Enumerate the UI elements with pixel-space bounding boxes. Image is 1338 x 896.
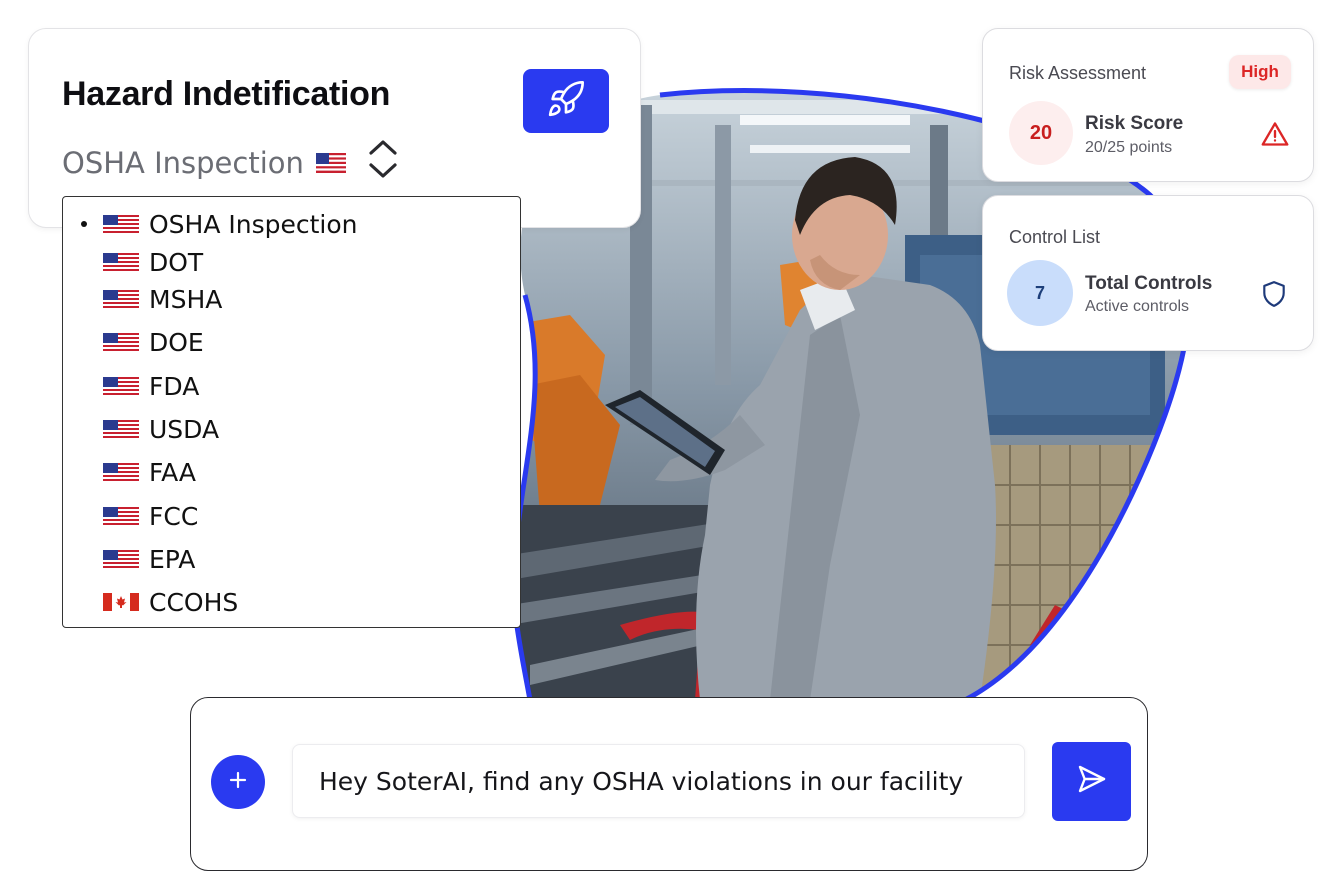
card-heading: Control List [1009, 227, 1101, 247]
page-title: Hazard Indetification [62, 75, 391, 113]
risk-level-badge: High [1229, 55, 1291, 89]
dropdown-option-ccohs[interactable]: CCOHS [63, 582, 520, 622]
dropdown-option-usda[interactable]: USDA [63, 409, 520, 449]
us-flag-icon [103, 333, 139, 351]
us-flag-icon [315, 146, 346, 180]
us-flag-icon [103, 420, 139, 438]
us-flag-icon [103, 215, 139, 233]
card-heading: Risk Assessment [1009, 63, 1147, 83]
send-button[interactable] [1052, 742, 1131, 821]
selected-regulation-label: OSHA Inspection [62, 145, 304, 180]
send-icon [1076, 763, 1108, 800]
dropdown-option-fcc[interactable]: FCC [63, 496, 520, 536]
dropdown-option-label: MSHA [149, 284, 223, 314]
us-flag-icon [103, 290, 139, 308]
dropdown-option-label: FDA [149, 371, 200, 401]
dropdown-option-dot[interactable]: DOT [63, 242, 520, 282]
total-controls-subtitle: Active controls [1085, 298, 1190, 315]
warning-triangle-icon [1261, 121, 1289, 152]
dropdown-option-label: OSHA Inspection [149, 209, 358, 239]
plus-icon [228, 770, 248, 795]
total-controls-title: Total Controls [1085, 273, 1213, 294]
dropdown-option-label: FCC [149, 501, 199, 531]
risk-score-title: Risk Score [1085, 113, 1184, 134]
control-list-card: Control List 7 Total Controls Active con… [982, 195, 1314, 351]
risk-assessment-card: Risk Assessment High 20 Risk Score 20/25… [982, 28, 1314, 182]
dropdown-option-label: DOT [149, 247, 204, 277]
controls-count: 7 [1007, 260, 1073, 326]
chat-input[interactable]: Hey SoterAI, find any OSHA violations in… [292, 744, 1025, 818]
dropdown-option-label: USDA [149, 414, 220, 444]
dropdown-option-label: CCOHS [149, 587, 239, 617]
dropdown-option-osha[interactable]: OSHA Inspection [63, 204, 520, 244]
regulation-dropdown: OSHA Inspection DOT MSHA DOE FDA USDA FA… [62, 196, 521, 628]
us-flag-icon [103, 550, 139, 568]
dropdown-option-label: EPA [149, 544, 196, 574]
dropdown-option-faa[interactable]: FAA [63, 452, 520, 492]
rocket-icon [546, 79, 586, 124]
us-flag-icon [103, 507, 139, 525]
risk-score-subtitle: 20/25 points [1085, 139, 1173, 156]
selected-bullet [81, 221, 87, 227]
add-attachment-button[interactable] [211, 755, 265, 809]
dropdown-option-doe[interactable]: DOE [63, 322, 520, 362]
regulation-selector[interactable]: OSHA Inspection [62, 137, 400, 188]
dropdown-option-label: FAA [149, 457, 196, 487]
canada-flag-icon [103, 593, 139, 611]
us-flag-icon [103, 253, 139, 271]
dropdown-option-fda[interactable]: FDA [63, 366, 520, 406]
dropdown-option-epa[interactable]: EPA [63, 539, 520, 579]
dropdown-option-msha[interactable]: MSHA [63, 279, 520, 319]
risk-score-value: 20 [1009, 101, 1073, 165]
launch-button[interactable] [523, 69, 609, 133]
shield-icon [1261, 280, 1287, 313]
us-flag-icon [103, 463, 139, 481]
chevron-up-down-icon [366, 137, 400, 188]
dropdown-option-label: DOE [149, 327, 204, 357]
chat-prompt-bar: Hey SoterAI, find any OSHA violations in… [190, 697, 1148, 871]
us-flag-icon [103, 377, 139, 395]
